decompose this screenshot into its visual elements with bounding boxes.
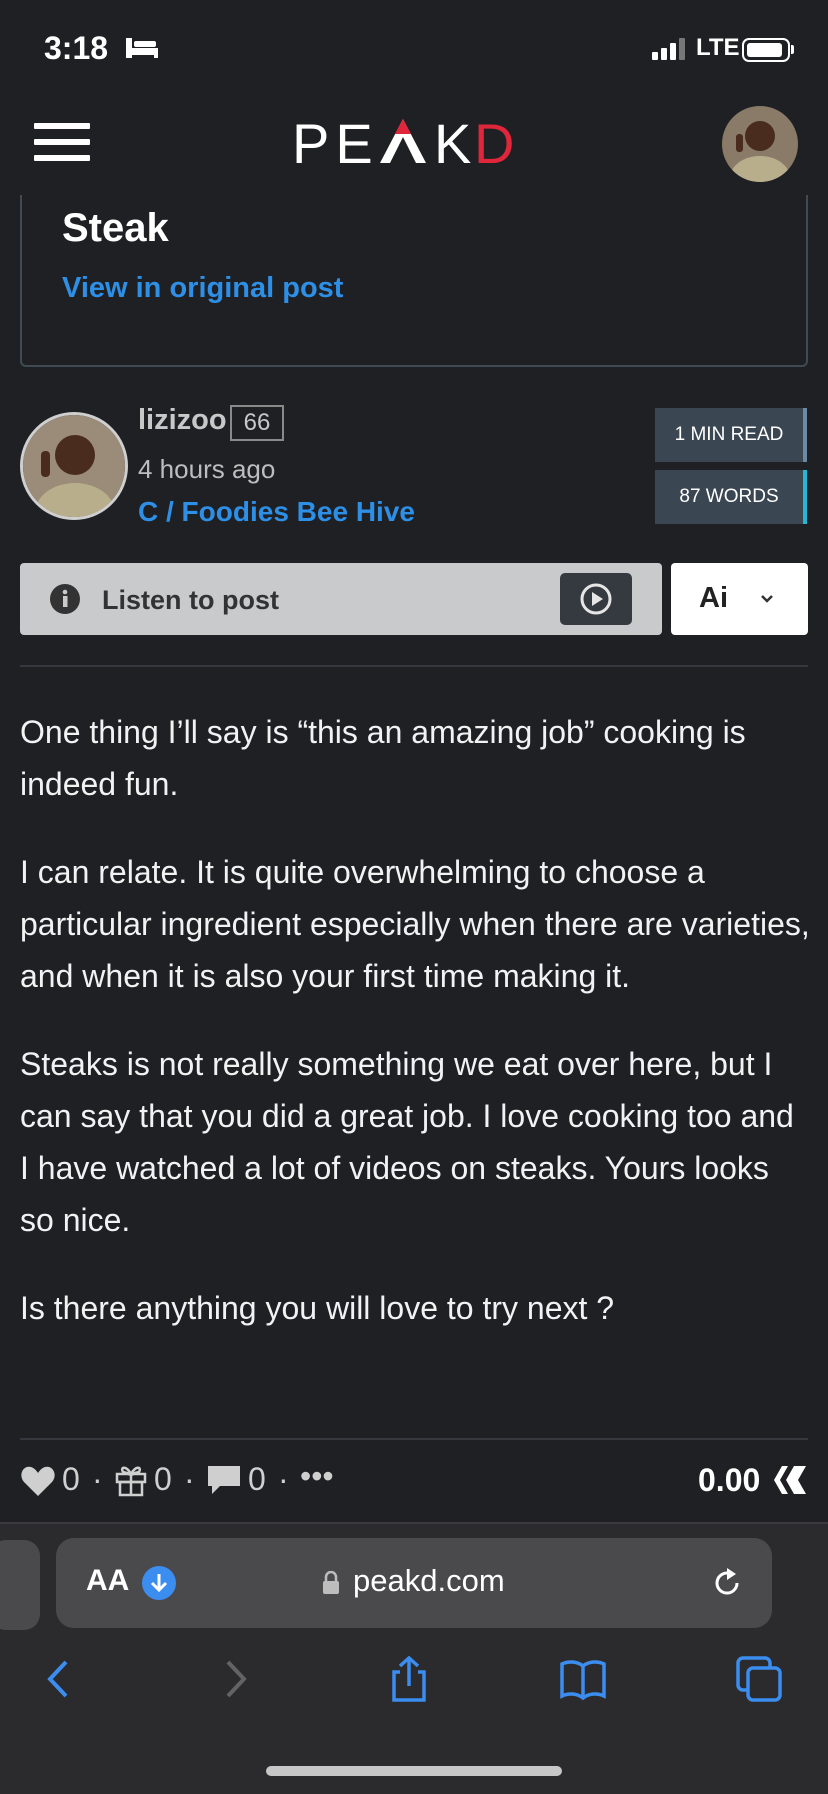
bookmarks-icon[interactable] [560, 1656, 606, 1702]
home-indicator [266, 1766, 562, 1776]
more-options-button[interactable]: ••• [300, 1458, 334, 1495]
url-text[interactable]: peakd.com [353, 1563, 505, 1599]
play-icon [580, 583, 612, 615]
chevron-down-icon [761, 595, 773, 603]
tabs-icon[interactable] [736, 1656, 782, 1702]
community-link[interactable]: C / Foodies Bee Hive [138, 496, 415, 528]
view-original-post-link[interactable]: View in original post [62, 272, 343, 305]
user-avatar[interactable] [722, 106, 798, 182]
forward-icon[interactable] [212, 1656, 258, 1702]
author-name[interactable]: lizizoo [138, 404, 227, 437]
separator-dot: · [184, 1461, 195, 1497]
listen-to-post-bar[interactable]: Listen to post [20, 563, 662, 635]
back-icon[interactable] [36, 1656, 82, 1702]
card-title: Steak [62, 206, 169, 250]
listen-label: Listen to post [102, 585, 279, 615]
paragraph: Steaks is not really something we eat ov… [20, 1046, 794, 1238]
paragraph: I can relate. It is quite overwhelming t… [20, 854, 810, 994]
reload-icon[interactable] [710, 1566, 744, 1600]
reader-settings-button[interactable]: AA [86, 1564, 129, 1598]
battery-icon [742, 38, 790, 62]
separator-dot: · [278, 1461, 289, 1497]
menu-icon[interactable] [34, 123, 90, 163]
previous-tab-preview[interactable] [0, 1540, 40, 1630]
ai-dropdown-button[interactable]: Ai [671, 563, 808, 635]
paragraph: One thing I’ll say is “this an amazing j… [20, 714, 746, 802]
svg-text:D: D [474, 113, 514, 173]
peakd-logo[interactable]: PE K D [292, 113, 524, 173]
gift-icon[interactable] [114, 1461, 148, 1497]
read-time-badge: 1 MIN READ [655, 408, 807, 462]
divider [20, 665, 808, 667]
hive-logo-icon [774, 1466, 806, 1494]
comment-count: 0 [248, 1461, 266, 1497]
post-body: One thing I’ll say is “this an amazing j… [20, 706, 810, 1370]
network-label: LTE [696, 34, 740, 61]
cellular-signal-icon [652, 38, 685, 60]
lock-icon [323, 1571, 339, 1594]
paragraph: Is there anything you will love to try n… [20, 1290, 615, 1326]
svg-text:K: K [434, 113, 471, 173]
ai-label: Ai [699, 582, 728, 614]
separator-dot: · [92, 1461, 103, 1497]
heart-icon[interactable] [20, 1464, 56, 1498]
download-icon[interactable] [142, 1566, 176, 1600]
aa-label: AA [86, 1564, 130, 1597]
payout-value[interactable]: 0.00 [698, 1462, 760, 1499]
gift-count: 0 [154, 1461, 172, 1497]
bed-icon [126, 38, 158, 58]
word-count-badge: 87 WORDS [655, 470, 807, 524]
svg-text:PE: PE [292, 113, 379, 173]
reputation-badge: 66 [230, 405, 284, 441]
share-icon[interactable] [386, 1656, 432, 1702]
play-button[interactable] [560, 573, 632, 625]
post-time[interactable]: 4 hours ago [138, 454, 275, 485]
info-icon [50, 584, 80, 614]
author-avatar[interactable] [20, 412, 128, 520]
comment-icon[interactable] [206, 1464, 242, 1496]
battery-tip [791, 45, 794, 54]
status-time: 3:18 [44, 30, 109, 66]
address-bar[interactable]: AA peakd.com [56, 1538, 772, 1628]
vote-count: 0 [62, 1461, 80, 1497]
